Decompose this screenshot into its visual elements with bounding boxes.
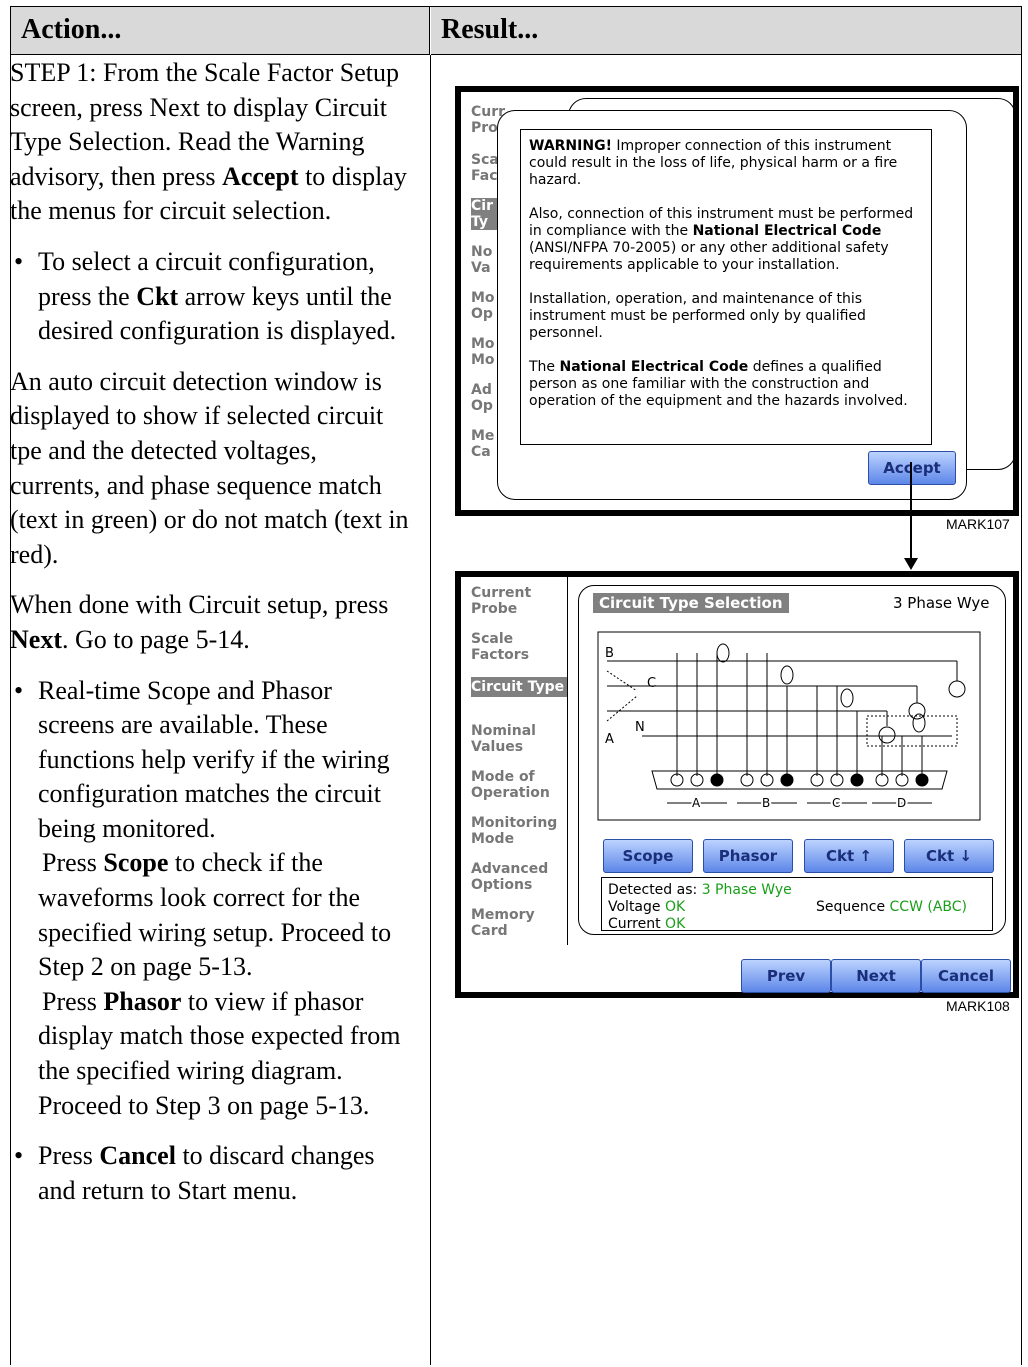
detected-label: Detected as:: [608, 882, 698, 898]
current-probe-icons: [716, 643, 926, 733]
side-item-advanced-options[interactable]: Advanced Options: [471, 861, 561, 893]
next-text: When done with Circuit setup, press Next…: [10, 590, 389, 654]
circuit-title: Circuit Type Selection: [593, 593, 789, 613]
side-divider: [567, 577, 568, 945]
warning-para-1: WARNING! Improper connection of this ins…: [529, 138, 898, 188]
warning-para-3: Installation, operation, and maintenance…: [529, 291, 866, 341]
warning-text-box: WARNING! Improper connection of this ins…: [520, 129, 932, 445]
circuit-screen: Current Probe Scale Factors Circuit Type…: [455, 571, 1019, 998]
mark107-label: MARK107: [946, 516, 1010, 532]
side-item-monitoring-mode[interactable]: Monitoring Mode: [471, 815, 567, 847]
cancel-button[interactable]: Cancel: [921, 959, 1011, 993]
label-c: C: [647, 676, 656, 691]
circuit-name: 3 Phase Wye: [893, 594, 990, 612]
detection-window: Detected as: 3 Phase Wye Voltage OK Sequ…: [601, 877, 993, 932]
bullet-select-circuit: • To select a circuit configuration, pres…: [14, 246, 397, 346]
current-label: Current: [608, 916, 661, 932]
detected-value: 3 Phase Wye: [701, 882, 792, 898]
header-action: Action...: [10, 7, 430, 55]
side-item-mode-operation[interactable]: Mode of Operation: [471, 769, 561, 801]
side-item-circuit-type[interactable]: Circuit Type: [471, 677, 567, 697]
sequence-label: Sequence: [816, 899, 886, 915]
ckt-up-button[interactable]: Ckt ↑: [804, 839, 894, 873]
table-border-right: [1021, 55, 1022, 1365]
side-item-scale-factors[interactable]: Scale Factors: [471, 631, 561, 663]
step1-text: STEP 1: From the Scale Factor Setup scre…: [10, 58, 407, 226]
down-arrow-icon: [904, 462, 918, 570]
circuit-screen-display: Current Probe Scale Factors Circuit Type…: [461, 577, 1013, 993]
group-label-d: D: [897, 796, 906, 810]
ckt-down-button[interactable]: Ckt ↓: [904, 839, 994, 873]
warning-para-4: The National Electrical Code defines a q…: [529, 359, 908, 409]
warning-para-2: Also, connection of this instrument must…: [529, 206, 914, 273]
next-button[interactable]: Next: [831, 959, 921, 993]
bullet-cancel: • Press Cancel to discard changes and ret…: [14, 1141, 375, 1205]
side-item-memory-card[interactable]: Memory Card: [471, 907, 561, 939]
mark108-label: MARK108: [946, 998, 1010, 1014]
warning-screen: Curr Pro Sca Fac Cir Ty No Va Mo Op Mo Mo Ad Op…: [455, 86, 1019, 516]
label-b: B: [605, 646, 614, 661]
side-item-nominal-values[interactable]: Nominal Values: [471, 723, 561, 755]
header-result: Result...: [431, 7, 1022, 55]
prev-button[interactable]: Prev: [741, 959, 831, 993]
group-label-b: B: [762, 796, 770, 810]
bullet-scope-phasor: • Real-time Scope and Phasor screens are …: [14, 675, 401, 1120]
voltage-value: OK: [664, 899, 686, 915]
warning-dialog: WARNING! Improper connection of this ins…: [497, 110, 967, 500]
wiring-diagram: B C N A A B C D: [597, 631, 981, 821]
sequence-value: CCW (ABC): [889, 899, 967, 915]
scope-button[interactable]: Scope: [603, 839, 693, 873]
voltage-label: Voltage: [608, 899, 661, 915]
group-label-c: C: [832, 796, 840, 810]
current-value: OK: [665, 916, 686, 932]
side-item-current-probe[interactable]: Current Probe: [471, 585, 561, 617]
table-divider: [430, 55, 431, 1365]
action-column: STEP 1: From the Scale Factor Setup scre…: [10, 56, 412, 1224]
label-a: A: [605, 732, 614, 747]
group-label-a: A: [692, 796, 701, 810]
label-n: N: [635, 720, 645, 735]
warning-screen-display: Curr Pro Sca Fac Cir Ty No Va Mo Op Mo Mo Ad Op…: [461, 92, 1016, 510]
auto-detect-text: An auto circuit detection window is disp…: [10, 366, 409, 569]
phasor-button[interactable]: Phasor: [703, 839, 793, 873]
